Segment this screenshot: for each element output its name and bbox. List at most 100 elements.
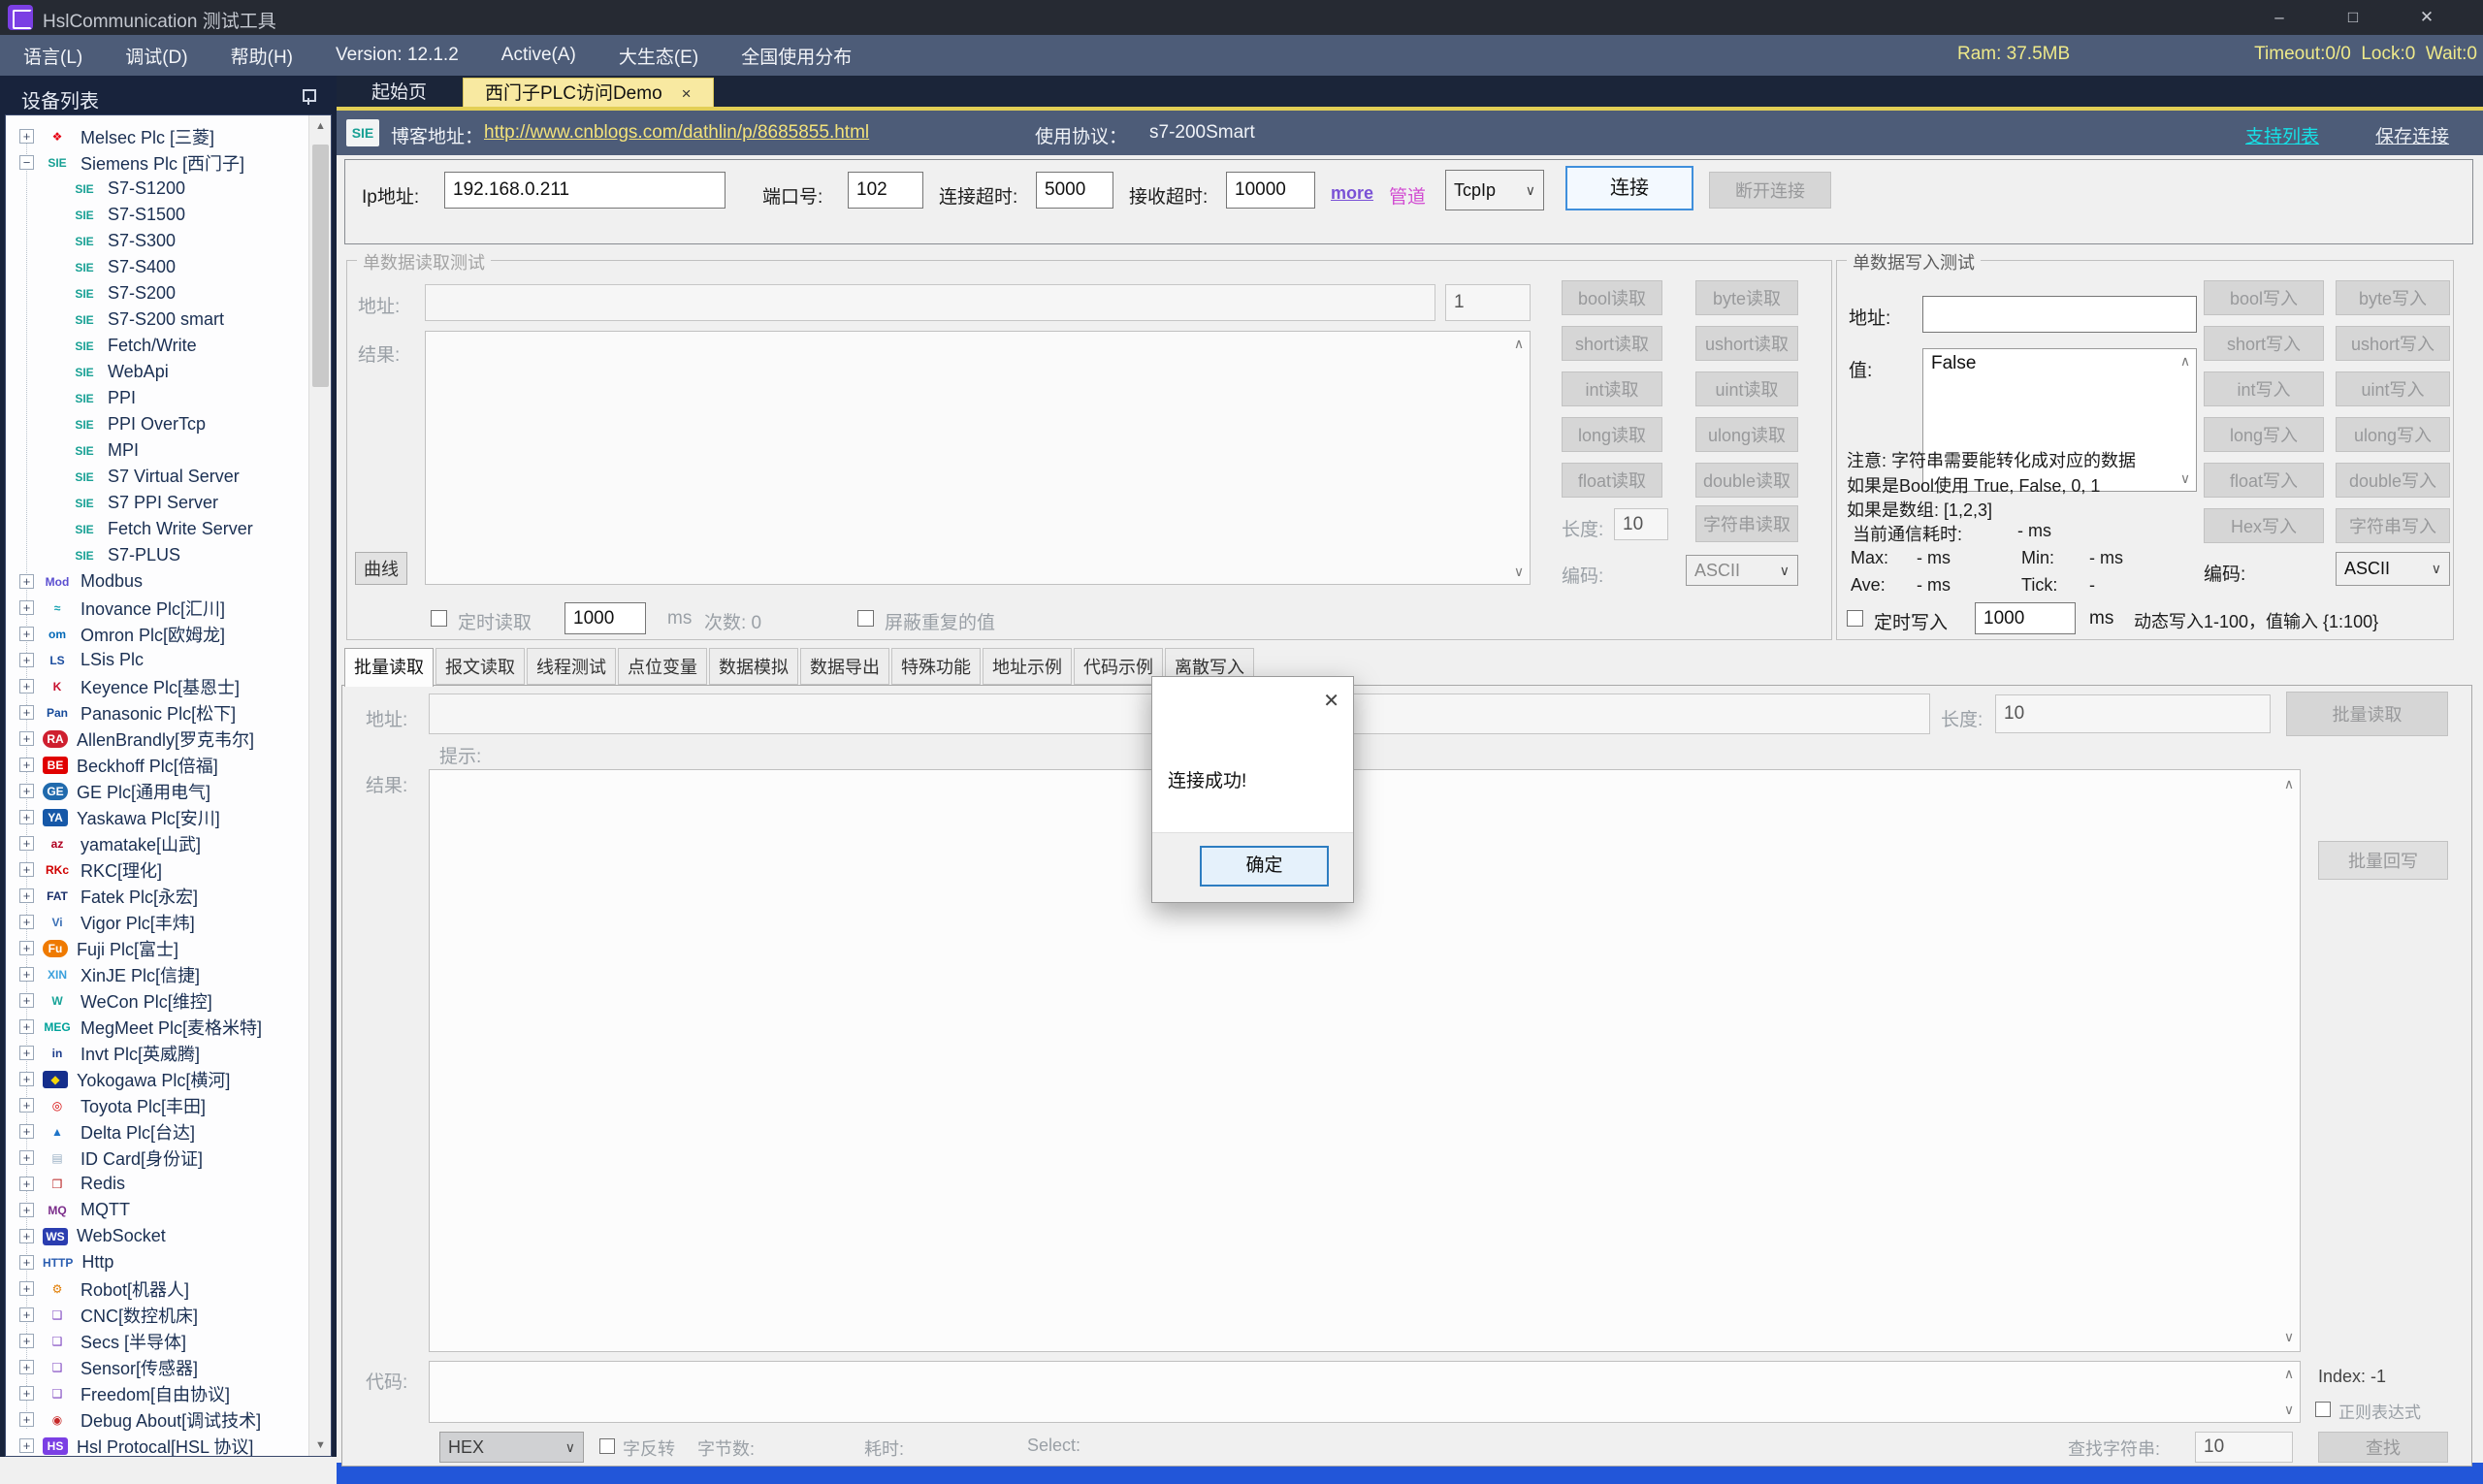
function-tab[interactable]: 报文读取: [435, 648, 525, 685]
write-encoding-select[interactable]: ASCII ∨: [2336, 552, 2450, 586]
expand-icon[interactable]: +: [19, 627, 34, 641]
menu-item[interactable]: 全国使用分布: [741, 43, 852, 69]
tree-item[interactable]: +◆Yokogawa Plc[横河]: [6, 1066, 308, 1092]
connect-timeout-input[interactable]: [1036, 172, 1113, 209]
tree-item[interactable]: +XINXinJE Plc[信捷]: [6, 961, 308, 987]
read-address-input[interactable]: [425, 284, 1435, 321]
close-button[interactable]: ✕: [2405, 4, 2448, 31]
function-tab[interactable]: 点位变量: [618, 648, 707, 685]
menu-item[interactable]: 语言(L): [23, 43, 82, 69]
blog-link[interactable]: http://www.cnblogs.com/dathlin/p/8685855…: [484, 122, 869, 144]
scroll-up-icon[interactable]: ∧: [2280, 1366, 2298, 1382]
tree-item[interactable]: +◎Toyota Plc[丰田]: [6, 1092, 308, 1118]
tree-scrollbar[interactable]: ▲ ▼: [308, 115, 331, 1456]
menu-item[interactable]: Version: 12.1.2: [336, 45, 459, 66]
read-result-box[interactable]: ∧ ∨: [425, 331, 1531, 585]
expand-icon[interactable]: +: [19, 1203, 34, 1217]
scroll-down-icon[interactable]: ∨: [2280, 1329, 2298, 1345]
expand-icon[interactable]: +: [19, 705, 34, 720]
menu-item[interactable]: 调试(D): [125, 43, 187, 69]
tree-item[interactable]: SIEPPI: [6, 385, 308, 411]
tree-item[interactable]: +▤ID Card[身份证]: [6, 1145, 308, 1171]
tree-item[interactable]: SIES7-S400: [6, 254, 308, 280]
write-address-input[interactable]: [1922, 296, 2197, 333]
more-link[interactable]: more: [1331, 183, 1373, 204]
tree-item[interactable]: +◉Debug About[调试技术]: [6, 1406, 308, 1433]
tree-item[interactable]: +❑Sensor[传感器]: [6, 1354, 308, 1380]
tree-item[interactable]: +inInvt Plc[英威腾]: [6, 1040, 308, 1066]
tree-item[interactable]: +azyamatake[山武]: [6, 830, 308, 856]
tree-item[interactable]: +YAYaskawa Plc[安川]: [6, 804, 308, 830]
tree-item[interactable]: +❒Redis: [6, 1171, 308, 1197]
tree-item[interactable]: SIES7 PPI Server: [6, 490, 308, 516]
save-connection-link[interactable]: 保存连接: [2375, 122, 2449, 148]
function-tab[interactable]: 数据模拟: [709, 648, 798, 685]
tree-item[interactable]: +≈Inovance Plc[汇川]: [6, 595, 308, 621]
timed-read-interval-input[interactable]: [564, 602, 646, 634]
tree-item[interactable]: +RKcRKC[理化]: [6, 856, 308, 883]
batch-length-input[interactable]: [1995, 694, 2271, 733]
batch-result-box[interactable]: ∧ ∨: [429, 769, 2301, 1352]
expand-icon[interactable]: +: [19, 1229, 34, 1243]
tree-item[interactable]: SIES7-S1200: [6, 176, 308, 202]
tree-item[interactable]: SIES7 Virtual Server: [6, 464, 308, 490]
tab-close-icon[interactable]: ×: [682, 84, 692, 103]
function-tab[interactable]: 特殊功能: [891, 648, 981, 685]
tree-item[interactable]: +GEGE Plc[通用电气]: [6, 778, 308, 804]
port-input[interactable]: [848, 172, 923, 209]
expand-icon[interactable]: +: [19, 1255, 34, 1270]
minimize-button[interactable]: –: [2258, 4, 2301, 31]
expand-icon[interactable]: +: [19, 679, 34, 694]
tree-item[interactable]: +PanPanasonic Plc[松下]: [6, 699, 308, 726]
scroll-up-icon[interactable]: ▲: [309, 115, 332, 137]
format-select[interactable]: HEX ∨: [439, 1432, 584, 1463]
tree-item[interactable]: +RAAllenBrandly[罗克韦尔]: [6, 726, 308, 752]
tab-start-page[interactable]: 起始页: [350, 78, 448, 109]
tree-item[interactable]: SIEFetch/Write: [6, 333, 308, 359]
timed-write-checkbox[interactable]: [1847, 610, 1863, 627]
function-tab[interactable]: 数据导出: [800, 648, 889, 685]
expand-icon[interactable]: +: [19, 993, 34, 1008]
receive-timeout-input[interactable]: [1226, 172, 1315, 209]
expand-icon[interactable]: +: [19, 1177, 34, 1191]
expand-icon[interactable]: +: [19, 731, 34, 746]
expand-icon[interactable]: +: [19, 129, 34, 144]
mask-duplicates-checkbox[interactable]: [857, 610, 874, 627]
scroll-down-icon[interactable]: ▼: [309, 1435, 332, 1456]
code-box[interactable]: ∧ ∨: [429, 1361, 2301, 1423]
expand-icon[interactable]: +: [19, 1386, 34, 1401]
tree-item[interactable]: +▲Delta Plc[台达]: [6, 1118, 308, 1145]
expand-icon[interactable]: +: [19, 1307, 34, 1322]
function-tab[interactable]: 代码示例: [1074, 648, 1163, 685]
tab-siemens-demo[interactable]: 西门子PLC访问Demo×: [463, 78, 714, 109]
timed-read-checkbox[interactable]: [431, 610, 447, 627]
connect-button[interactable]: 连接: [1565, 166, 1693, 210]
tree-item[interactable]: +LSLSis Plc: [6, 647, 308, 673]
tree-item[interactable]: +❖Melsec Plc [三菱]: [6, 123, 308, 149]
tree-item[interactable]: −SIESiemens Plc [西门子]: [6, 149, 308, 176]
function-tab[interactable]: 线程测试: [527, 648, 616, 685]
expand-icon[interactable]: +: [19, 836, 34, 851]
expand-icon[interactable]: +: [19, 915, 34, 929]
read-length-input[interactable]: [1614, 508, 1668, 540]
expand-icon[interactable]: +: [19, 600, 34, 615]
function-tab[interactable]: 批量读取: [344, 648, 434, 687]
expand-icon[interactable]: +: [19, 1150, 34, 1165]
scroll-down-icon[interactable]: ∨: [2177, 470, 2194, 487]
tree-item[interactable]: +FATFatek Plc[永宏]: [6, 883, 308, 909]
menu-item[interactable]: Active(A): [501, 45, 576, 66]
expand-icon[interactable]: +: [19, 1046, 34, 1060]
scrollbar-thumb[interactable]: [312, 145, 329, 387]
read-count-input[interactable]: [1445, 284, 1531, 321]
pin-icon[interactable]: [301, 87, 316, 105]
tree-item[interactable]: +⚙Robot[机器人]: [6, 1275, 308, 1302]
scroll-up-icon[interactable]: ∧: [1510, 336, 1528, 352]
tree-item[interactable]: SIES7-S300: [6, 228, 308, 254]
expand-icon[interactable]: +: [19, 1281, 34, 1296]
ip-input[interactable]: [444, 172, 726, 209]
expand-icon[interactable]: +: [19, 758, 34, 772]
expand-icon[interactable]: +: [19, 967, 34, 982]
function-tab[interactable]: 地址示例: [983, 648, 1072, 685]
word-reverse-checkbox[interactable]: [599, 1438, 615, 1454]
timed-write-interval-input[interactable]: [1975, 602, 2076, 634]
